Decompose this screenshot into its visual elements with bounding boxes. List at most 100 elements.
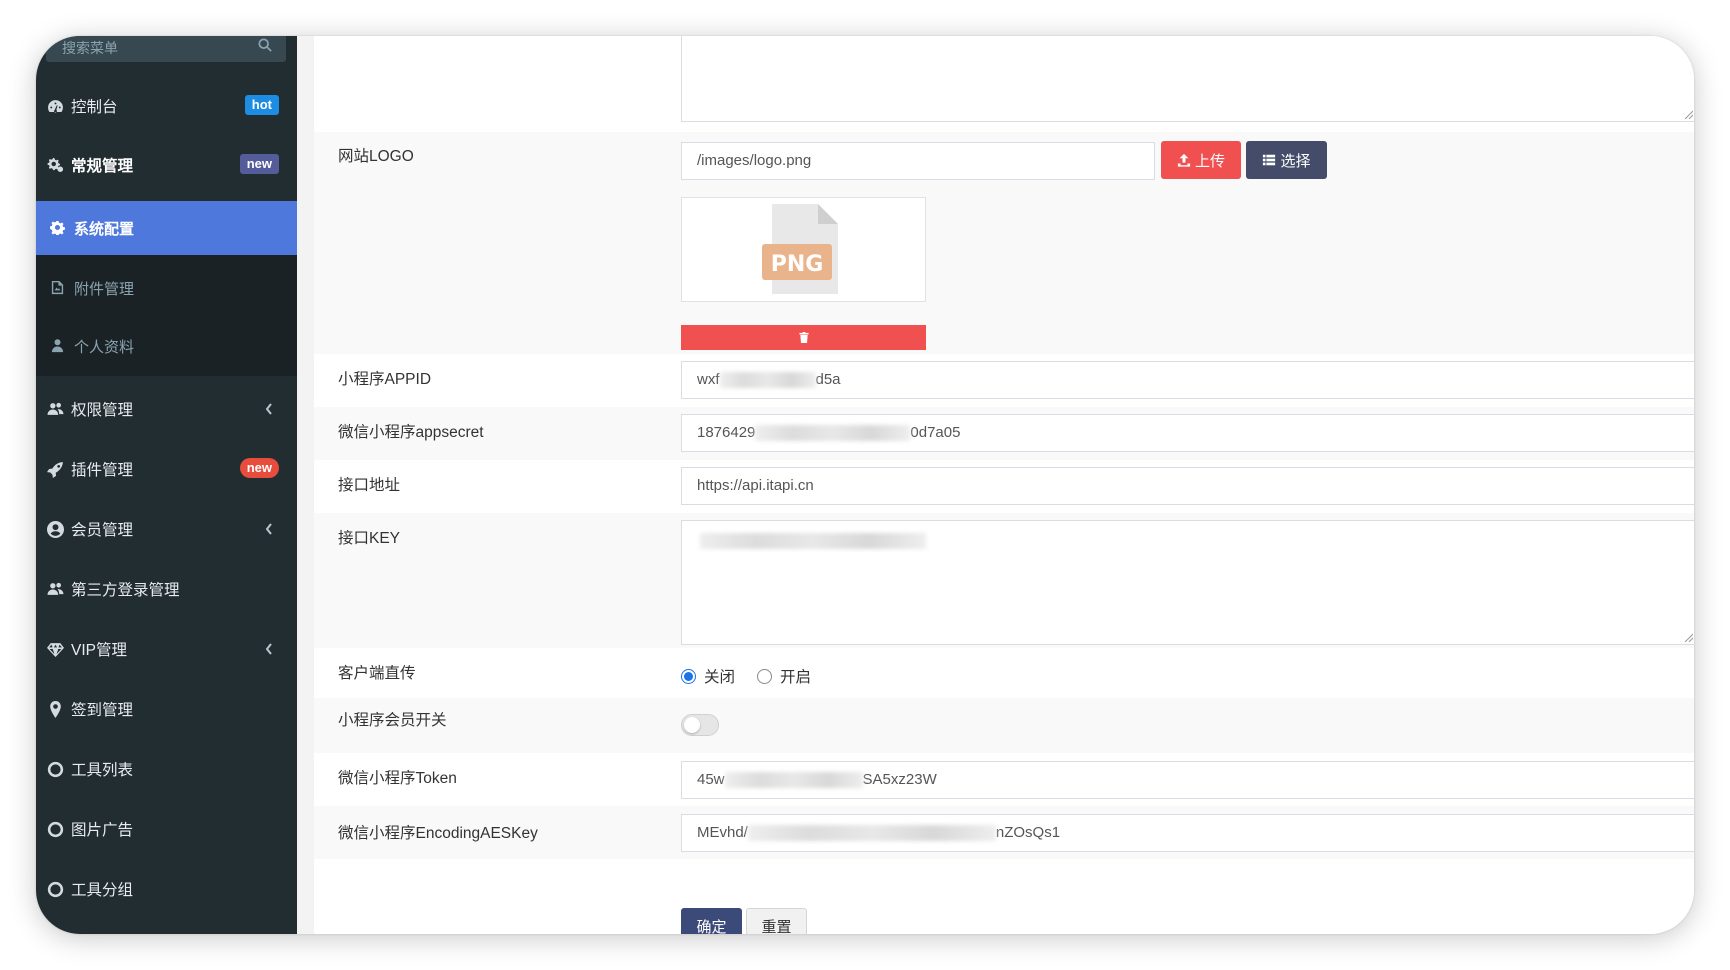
hot-badge: hot [244,95,279,115]
member-switch-toggle[interactable] [681,714,719,736]
sidebar-item-vip[interactable]: VIP管理 [36,624,297,674]
api-url-label: 接口地址 [338,477,401,494]
dashboard-icon [46,97,64,115]
logo-path-input[interactable]: /images/logo.png [681,142,1155,180]
appsecret-label: 微信小程序appsecret [338,424,484,441]
sidebar-item-plugins[interactable]: 插件管理 new [36,444,297,494]
sidebar-item-label: 签到管理 [71,702,134,719]
sidebar-item-tool-list[interactable]: 工具列表 [36,744,297,794]
user-circle-icon [46,520,64,538]
chevron-left-icon [265,402,275,416]
diamond-icon [46,640,64,658]
gear-icon [50,220,66,236]
file-image-icon [50,280,66,296]
form-row-api-key: 接口KEY [314,513,1694,648]
sidebar-item-image-ads[interactable]: 图片广告 [36,804,297,854]
circle-icon [46,880,64,898]
sidebar-item-attachments[interactable]: 附件管理 [36,261,297,315]
sidebar-item-third-party-login[interactable]: 第三方登录管理 [36,564,297,614]
client-upload-label: 客户端直传 [338,665,416,682]
redacted-segment [700,533,926,549]
sidebar-item-label: 系统配置 [74,220,135,238]
previous-textarea[interactable] [681,36,1694,122]
circle-icon [46,820,64,838]
png-file-icon [762,204,838,294]
radio-close[interactable] [681,668,696,684]
config-form: 网站LOGO /images/logo.png 上传 选择 PNG 小程序APP… [314,36,1694,934]
delete-logo-button[interactable] [681,325,926,350]
logo-label: 网站LOGO [338,148,414,165]
client-upload-radio-group: 关闭 开启 [681,665,833,687]
upload-button[interactable]: 上传 [1161,141,1241,179]
users-icon [46,580,64,598]
png-label: PNG [770,252,824,277]
sidebar-item-dashboard[interactable]: 控制台 hot [36,81,297,131]
sidebar-item-members[interactable]: 会员管理 [36,504,297,554]
sidebar: 搜索菜单 控制台 hot 常规管理 new 系统配置 附件管理 个人资料 权限管… [36,36,297,934]
search-placeholder: 搜索菜单 [62,40,118,56]
menu-search-input[interactable]: 搜索菜单 [46,36,286,62]
form-row-appsecret: 微信小程序appsecret 1876429 0d7a05 [314,407,1694,460]
api-url-input[interactable]: https://api.itapi.cn [681,467,1694,505]
new-badge: new [239,458,279,478]
rocket-icon [46,460,64,478]
sidebar-item-general[interactable]: 常规管理 new [36,140,297,190]
submit-button[interactable]: 确定 [681,908,742,934]
token-label: 微信小程序Token [338,770,457,787]
sidebar-item-label: 工具列表 [71,762,134,779]
reset-button[interactable]: 重置 [746,908,807,934]
sidebar-item-profile[interactable]: 个人资料 [36,319,297,373]
form-row-logo: 网站LOGO /images/logo.png 上传 选择 PNG [314,132,1694,354]
sidebar-item-label: 权限管理 [71,402,134,419]
sidebar-item-label: 插件管理 [71,462,134,479]
radio-open[interactable] [757,668,773,684]
api-key-label: 接口KEY [338,530,401,547]
sidebar-item-label: 第三方登录管理 [71,582,180,599]
redacted-segment [719,372,816,389]
form-row-client-upload: 客户端直传 关闭 开启 [314,648,1694,698]
chevron-left-icon [265,522,275,536]
appid-input[interactable]: wxf d5a [681,361,1694,399]
choose-button[interactable]: 选择 [1246,141,1327,179]
sidebar-item-label: 个人资料 [74,338,135,356]
redacted-segment [755,425,911,442]
token-input[interactable]: 45w SA5xz23W [681,761,1694,799]
aes-key-label: 微信小程序EncodingAESKey [338,825,538,842]
form-row-aes-key: 微信小程序EncodingAESKey MEvhd/nZOsQs1 [314,806,1694,859]
sidebar-item-label: 图片广告 [71,822,134,839]
api-key-textarea[interactable] [681,520,1694,645]
redacted-segment [747,825,996,842]
radio-open-label[interactable]: 开启 [780,665,811,687]
sidebar-item-label: 会员管理 [71,522,134,539]
resize-grip-icon[interactable] [1683,632,1693,642]
search-icon[interactable] [258,38,272,52]
circle-icon [46,760,64,778]
sidebar-item-label: 控制台 [71,99,118,116]
sidebar-item-label: 常规管理 [71,158,134,175]
resize-grip-icon[interactable] [1683,109,1693,119]
sidebar-item-permissions[interactable]: 权限管理 [36,384,297,434]
appsecret-input[interactable]: 1876429 0d7a05 [681,414,1694,452]
map-marker-icon [46,700,64,718]
form-row-appid: 小程序APPID wxf d5a [314,354,1694,407]
app-window: 搜索菜单 控制台 hot 常规管理 new 系统配置 附件管理 个人资料 权限管… [36,36,1694,934]
radio-close-label[interactable]: 关闭 [704,665,735,687]
sidebar-item-checkin[interactable]: 签到管理 [36,684,297,734]
form-row-token: 微信小程序Token 45w SA5xz23W [314,753,1694,806]
form-row-previous [314,36,1694,132]
list-icon [1263,154,1276,166]
aes-key-input[interactable]: MEvhd/nZOsQs1 [681,814,1694,852]
content-area: 网站LOGO /images/logo.png 上传 选择 PNG 小程序APP… [297,36,1694,934]
upload-icon [1177,153,1191,167]
sidebar-item-label: 附件管理 [74,280,135,298]
logo-preview[interactable]: PNG [681,197,926,302]
form-row-api-url: 接口地址 https://api.itapi.cn [314,460,1694,513]
new-badge: new [239,154,279,174]
user-icon [50,338,66,354]
sidebar-item-system-config[interactable]: 系统配置 [36,201,297,255]
appid-label: 小程序APPID [338,371,432,388]
trash-icon [798,332,809,343]
redacted-segment [724,772,863,789]
users-icon [46,400,64,418]
sidebar-item-tool-groups[interactable]: 工具分组 [36,864,297,914]
